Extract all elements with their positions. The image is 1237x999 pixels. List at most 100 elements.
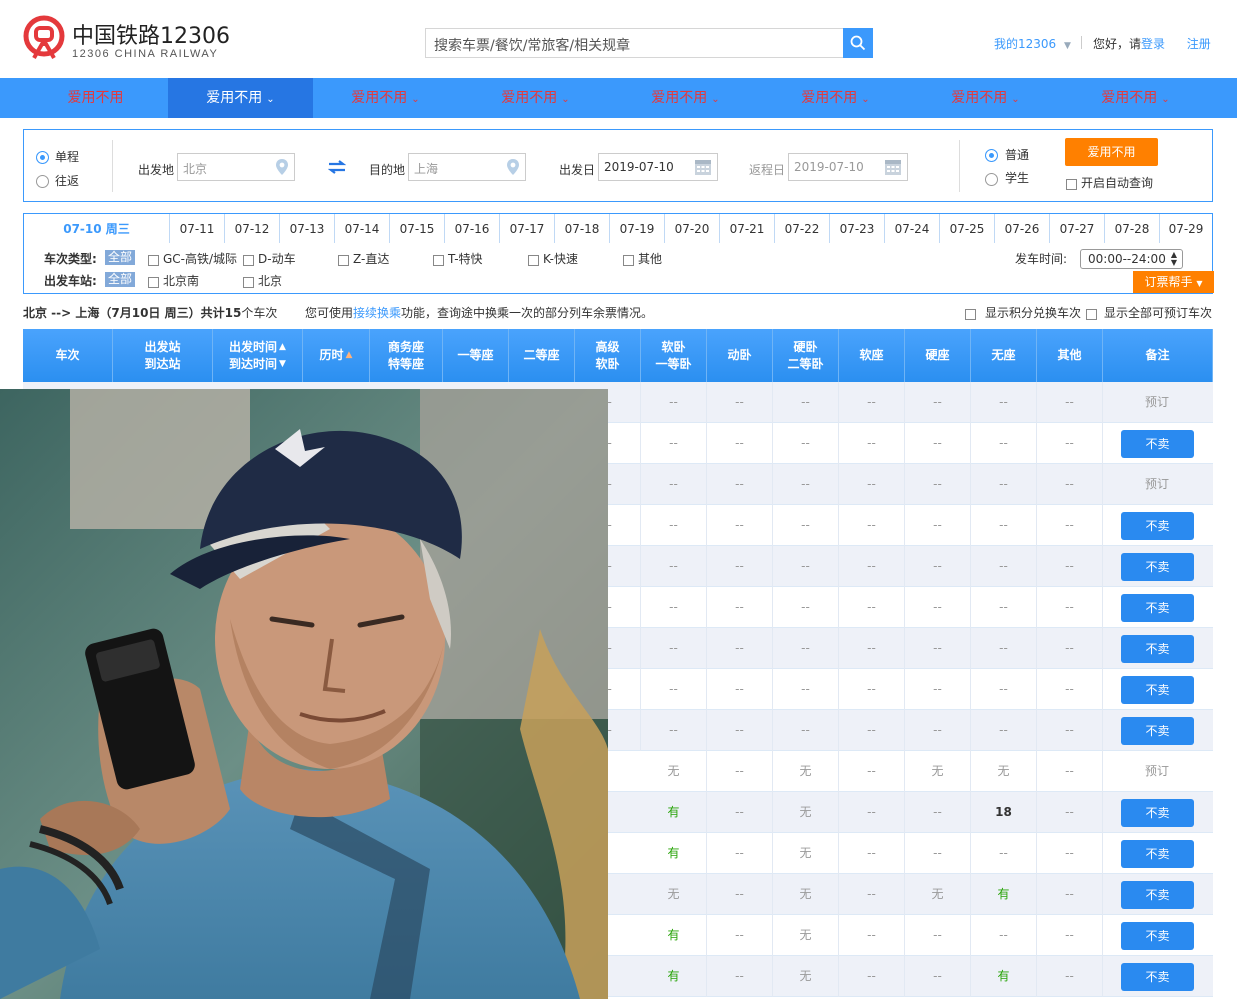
station-checkbox-beijing[interactable] — [243, 277, 254, 288]
search-input[interactable]: 搜索车票/餐饮/常旅客/相关规章 — [425, 28, 844, 58]
greeting-text: 您好，请 — [1093, 37, 1141, 51]
column-header: 无座 — [971, 329, 1037, 382]
book-button[interactable]: 不卖 — [1121, 676, 1194, 704]
depart-date-input[interactable]: 2019-07-10 — [598, 153, 718, 181]
date-tab[interactable]: 07-27 — [1049, 214, 1104, 244]
book-text[interactable]: 预订 — [1103, 751, 1211, 792]
nav-item-1[interactable]: 爱用不用 — [23, 78, 168, 118]
nav-item-7[interactable]: 爱用不用⌄ — [913, 78, 1058, 118]
station-checkbox-beijingnan[interactable] — [148, 277, 159, 288]
filter-checkbox-d[interactable] — [243, 255, 254, 266]
date-tab-active[interactable]: 07-10 周三 — [24, 214, 169, 244]
filter-checkbox-k[interactable] — [528, 255, 539, 266]
query-button[interactable]: 爱用不用 — [1065, 138, 1158, 166]
meme-photo-man-with-phone — [0, 389, 608, 999]
nav-item-5[interactable]: 爱用不用⌄ — [613, 78, 758, 118]
sort-arrow-icon: ▲▼ — [279, 339, 286, 373]
seat-cell: -- — [839, 546, 905, 587]
auto-query-checkbox[interactable] — [1066, 179, 1077, 190]
date-tab[interactable]: 07-17 — [499, 214, 554, 244]
from-station-input[interactable]: 北京 — [177, 153, 295, 181]
to-station-value: 上海 — [414, 162, 438, 176]
book-button[interactable]: 不卖 — [1121, 881, 1194, 909]
nav-item-6[interactable]: 爱用不用⌄ — [763, 78, 908, 118]
depart-time-select[interactable]: 00:00--24:00 ▲▼ — [1080, 249, 1183, 269]
seat-cell: -- — [839, 505, 905, 546]
column-header: 二等座 — [509, 329, 575, 382]
search-button[interactable] — [843, 28, 873, 58]
column-header[interactable]: 出发时间到达时间▲▼ — [213, 329, 303, 382]
book-button[interactable]: 不卖 — [1121, 717, 1194, 745]
date-tab[interactable]: 07-15 — [389, 214, 444, 244]
transfer-link[interactable]: 接续换乘 — [353, 306, 401, 320]
date-tab[interactable]: 07-12 — [224, 214, 279, 244]
register-link[interactable]: 注册 — [1187, 37, 1211, 51]
swap-stations-icon[interactable] — [328, 160, 346, 174]
oneway-radio[interactable] — [36, 151, 49, 164]
book-button[interactable]: 不卖 — [1121, 635, 1194, 663]
filter-checkbox-other[interactable] — [623, 255, 634, 266]
china-railway-logo-icon[interactable] — [22, 14, 66, 62]
date-tab[interactable]: 07-28 — [1104, 214, 1159, 244]
date-tab[interactable]: 07-23 — [829, 214, 884, 244]
to-station-input[interactable]: 上海 — [408, 153, 526, 181]
filter-checkbox-z[interactable] — [338, 255, 349, 266]
book-button[interactable]: 不卖 — [1121, 430, 1194, 458]
points-trains-checkbox[interactable] — [965, 309, 976, 320]
all-trains-checkbox[interactable] — [1086, 309, 1097, 320]
chevron-down-icon: ⌄ — [561, 94, 569, 105]
book-text[interactable]: 预订 — [1103, 464, 1211, 505]
book-button[interactable]: 不卖 — [1121, 922, 1194, 950]
date-tab[interactable]: 07-16 — [444, 214, 499, 244]
book-button[interactable]: 不卖 — [1121, 512, 1194, 540]
date-tab[interactable]: 07-22 — [774, 214, 829, 244]
seat-cell: -- — [839, 792, 905, 833]
seat-cell: -- — [773, 382, 839, 423]
nav-item-4[interactable]: 爱用不用⌄ — [463, 78, 608, 118]
date-tab[interactable]: 07-14 — [334, 214, 389, 244]
seat-cell: -- — [707, 505, 773, 546]
seat-cell: -- — [707, 710, 773, 751]
date-tab[interactable]: 07-25 — [939, 214, 994, 244]
return-date-input[interactable]: 2019-07-10 — [788, 153, 908, 181]
tip-prefix: 您可使用 — [305, 306, 353, 320]
date-tab[interactable]: 07-21 — [719, 214, 774, 244]
my12306-link[interactable]: 我的12306 — [994, 37, 1056, 51]
date-tab[interactable]: 07-19 — [609, 214, 664, 244]
nav-item-8[interactable]: 爱用不用⌄ — [1063, 78, 1208, 118]
date-tab[interactable]: 07-29 — [1159, 214, 1212, 244]
column-header: 高级软卧 — [575, 329, 641, 382]
filter-checkbox-t[interactable] — [433, 255, 444, 266]
date-tab[interactable]: 07-13 — [279, 214, 334, 244]
booking-helper-button[interactable]: 订票帮手 ▼ — [1133, 271, 1214, 293]
column-header: 动卧 — [707, 329, 773, 382]
date-tab[interactable]: 07-24 — [884, 214, 939, 244]
seat-cell: -- — [1037, 505, 1103, 546]
chevron-down-icon: ⌄ — [861, 94, 869, 105]
book-button[interactable]: 不卖 — [1121, 963, 1194, 991]
book-button[interactable]: 不卖 — [1121, 594, 1194, 622]
seat-cell: 无 — [905, 874, 971, 915]
train-type-all-tag[interactable]: 全部 — [105, 250, 135, 265]
my12306-menu[interactable]: 我的12306 ▼ — [994, 35, 1071, 52]
date-tab[interactable]: 07-20 — [664, 214, 719, 244]
results-table-header: 车次出发站到达站出发时间到达时间▲▼历时▲商务座特等座一等座二等座高级软卧软卧一… — [23, 329, 1213, 382]
roundtrip-radio[interactable] — [36, 175, 49, 188]
seat-cell: -- — [1037, 382, 1103, 423]
nav-item-2[interactable]: 爱用不用⌄ — [168, 78, 313, 118]
book-text[interactable]: 预订 — [1103, 382, 1211, 423]
date-tab[interactable]: 07-11 — [169, 214, 224, 244]
date-tab[interactable]: 07-26 — [994, 214, 1049, 244]
nav-item-3[interactable]: 爱用不用⌄ — [313, 78, 458, 118]
student-ticket-radio[interactable] — [985, 173, 998, 186]
location-pin-icon — [506, 158, 520, 176]
station-all-tag[interactable]: 全部 — [105, 272, 135, 287]
book-button[interactable]: 不卖 — [1121, 799, 1194, 827]
date-tab[interactable]: 07-18 — [554, 214, 609, 244]
book-button[interactable]: 不卖 — [1121, 553, 1194, 581]
book-button[interactable]: 不卖 — [1121, 840, 1194, 868]
login-link[interactable]: 登录 — [1141, 37, 1165, 51]
normal-ticket-radio[interactable] — [985, 149, 998, 162]
filter-checkbox-gc[interactable] — [148, 255, 159, 266]
column-header[interactable]: 历时▲ — [303, 329, 370, 382]
